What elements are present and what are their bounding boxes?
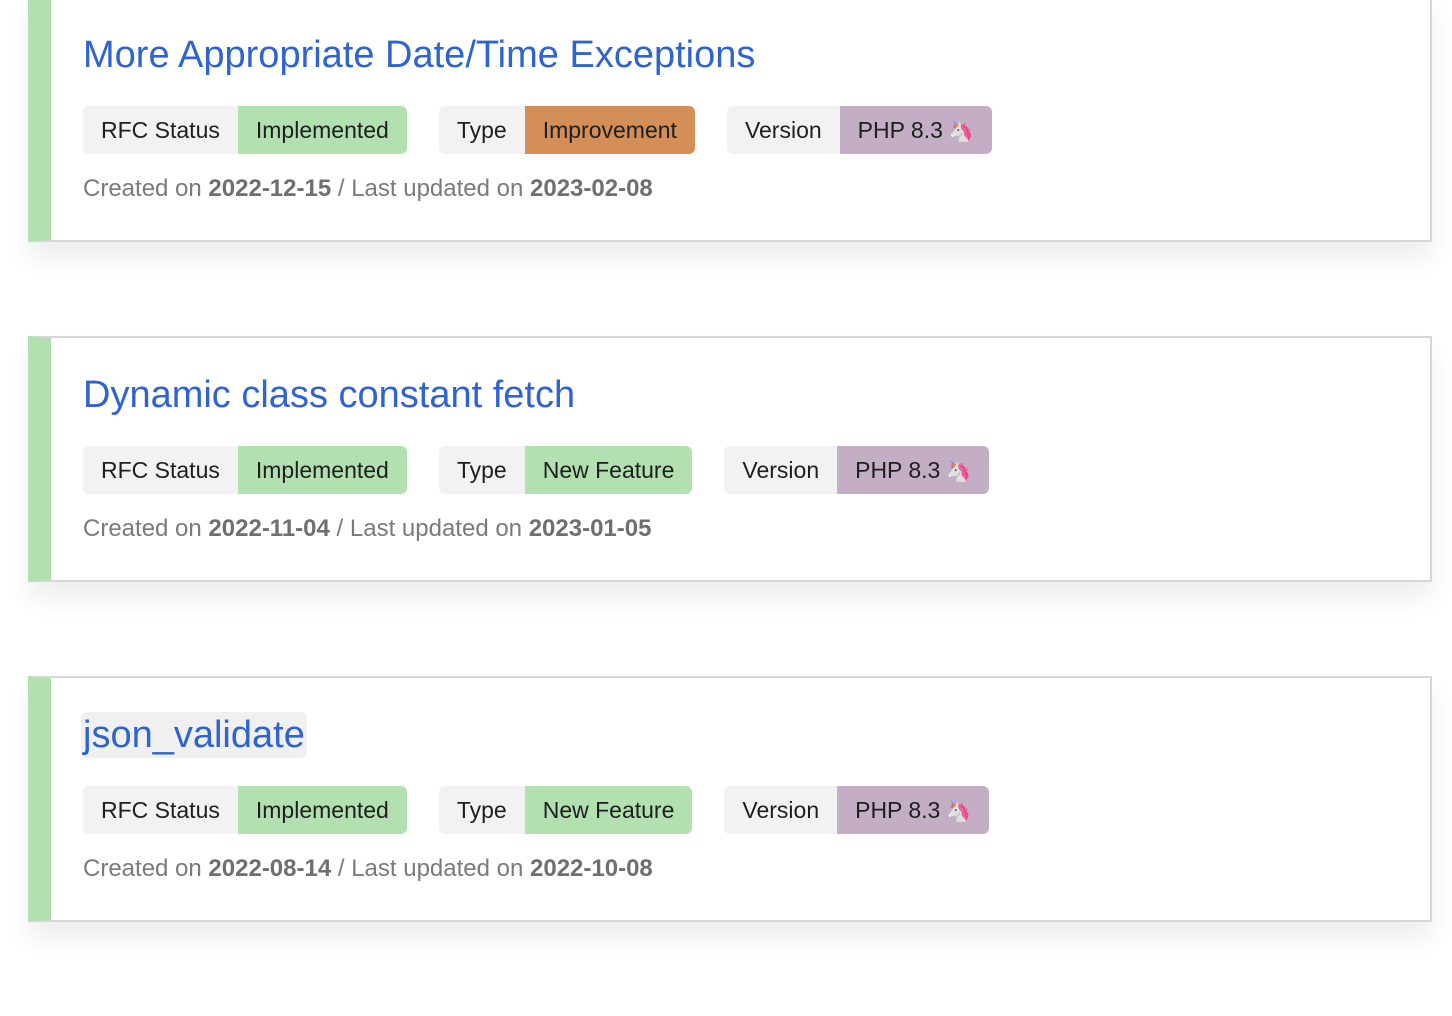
status-badge-label: RFC Status — [83, 106, 238, 154]
updated-prefix: / Last updated on — [337, 855, 524, 882]
updated-date: 2023-02-08 — [530, 175, 653, 202]
rfc-dates: Created on 2022-08-14 / Last updated on … — [83, 853, 653, 885]
version-badge: Version PHP 8.3 🦄 — [724, 786, 990, 834]
created-prefix: Created on — [83, 175, 202, 202]
created-date: 2022-12-15 — [208, 175, 332, 202]
rfc-card: json_validate RFC Status Implemented Typ… — [28, 676, 1432, 922]
type-badge: Type Improvement — [438, 106, 695, 154]
type-badge: Type New Feature — [438, 786, 693, 834]
created-date: 2022-11-04 — [208, 515, 330, 542]
created-date: 2022-08-14 — [208, 855, 332, 882]
rfc-list: More Appropriate Date/Time Exceptions RF… — [28, 0, 1432, 1016]
rfc-title-link[interactable]: Dynamic class constant fetch — [83, 372, 575, 418]
status-badge: RFC Status Implemented — [83, 786, 407, 834]
rfc-title-link[interactable]: json_validate — [81, 712, 307, 758]
updated-date: 2023-01-05 — [528, 515, 652, 542]
version-badge-label: Version — [726, 106, 840, 154]
unicorn-icon: 🦄 — [946, 461, 972, 483]
version-badge-value: PHP 8.3 — [857, 117, 943, 143]
status-badge-label: RFC Status — [83, 786, 238, 834]
status-badge: RFC Status Implemented — [83, 446, 407, 494]
status-badge-value: Implemented — [237, 106, 407, 154]
type-badge-value: New Feature — [524, 786, 693, 834]
rfc-title-link[interactable]: More Appropriate Date/Time Exceptions — [83, 32, 755, 78]
version-badge: Version PHP 8.3 🦄 — [726, 106, 992, 154]
unicorn-icon: 🦄 — [948, 121, 974, 143]
unicorn-icon: 🦄 — [946, 801, 972, 823]
version-badge-value-wrap: PHP 8.3 🦄 — [839, 106, 992, 154]
version-badge-value-wrap: PHP 8.3 🦄 — [837, 446, 990, 494]
version-badge: Version PHP 8.3 🦄 — [724, 446, 990, 494]
type-badge-label: Type — [438, 446, 525, 494]
rfc-dates: Created on 2022-12-15 / Last updated on … — [83, 173, 653, 205]
updated-date: 2022-10-08 — [530, 855, 653, 882]
rfc-badges: RFC Status Implemented Type New Feature … — [83, 786, 1021, 834]
status-badge: RFC Status Implemented — [83, 106, 407, 154]
version-badge-value: PHP 8.3 — [855, 797, 941, 823]
rfc-card: More Appropriate Date/Time Exceptions RF… — [28, 0, 1432, 242]
version-badge-label: Version — [724, 446, 838, 494]
status-badge-label: RFC Status — [83, 446, 238, 494]
created-prefix: Created on — [83, 515, 202, 542]
type-badge-label: Type — [438, 106, 525, 154]
version-badge-label: Version — [724, 786, 838, 834]
status-badge-value: Implemented — [237, 446, 407, 494]
rfc-card: Dynamic class constant fetch RFC Status … — [28, 336, 1432, 582]
updated-prefix: / Last updated on — [336, 515, 523, 542]
version-badge-value-wrap: PHP 8.3 🦄 — [837, 786, 990, 834]
updated-prefix: / Last updated on — [337, 175, 524, 202]
type-badge: Type New Feature — [438, 446, 693, 494]
type-badge-value: New Feature — [524, 446, 693, 494]
rfc-badges: RFC Status Implemented Type Improvement … — [83, 106, 1024, 154]
version-badge-value: PHP 8.3 — [855, 457, 941, 483]
type-badge-label: Type — [438, 786, 525, 834]
type-badge-value: Improvement — [524, 106, 695, 154]
created-prefix: Created on — [83, 855, 202, 882]
rfc-badges: RFC Status Implemented Type New Feature … — [83, 446, 1021, 494]
status-badge-value: Implemented — [237, 786, 407, 834]
rfc-dates: Created on 2022-11-04 / Last updated on … — [83, 513, 651, 545]
